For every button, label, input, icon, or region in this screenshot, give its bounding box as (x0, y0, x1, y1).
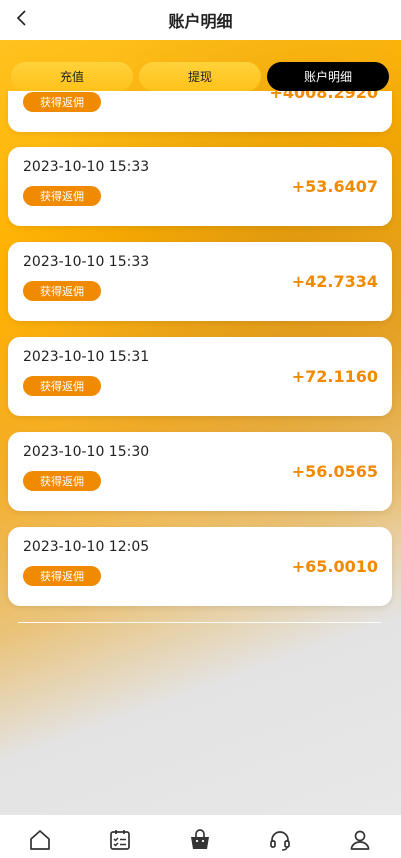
records-list[interactable]: 获得返佣 +4008.2920 2023-10-10 15:33 获得返佣 +5… (0, 91, 401, 621)
record-card[interactable]: 2023-10-10 15:33 获得返佣 +53.6407 (8, 147, 392, 226)
nav-profile[interactable] (347, 827, 373, 853)
record-date: 2023-10-10 12:05 (23, 539, 150, 555)
nav-support[interactable] (267, 827, 293, 853)
record-date: 2023-10-10 15:33 (23, 159, 150, 175)
record-tag: 获得返佣 (23, 186, 101, 206)
record-date: 2023-10-10 15:30 (23, 444, 150, 460)
tab-recharge[interactable]: 充值 (11, 62, 133, 91)
tab-withdraw[interactable]: 提现 (139, 62, 261, 91)
record-card[interactable]: 获得返佣 +4008.2920 (8, 91, 392, 132)
bottom-nav (0, 814, 401, 858)
record-date: 2023-10-10 15:33 (23, 254, 150, 270)
record-tag: 获得返佣 (23, 471, 101, 491)
record-amount: +42.7334 (291, 272, 378, 291)
record-date: 2023-10-10 15:31 (23, 349, 150, 365)
record-amount: +72.1160 (291, 367, 378, 386)
headset-icon (268, 828, 292, 852)
back-button[interactable] (8, 6, 36, 34)
nav-home[interactable] (27, 827, 53, 853)
record-card[interactable]: 2023-10-10 15:33 获得返佣 +42.7334 (8, 242, 392, 321)
top-bar: 账户明细 (0, 0, 401, 40)
record-amount: +53.6407 (291, 177, 378, 196)
record-card[interactable]: 2023-10-10 12:05 获得返佣 +65.0010 (8, 527, 392, 606)
record-tag: 获得返佣 (23, 92, 101, 112)
record-amount: +65.0010 (291, 557, 378, 576)
record-tag: 获得返佣 (23, 281, 101, 301)
record-card[interactable]: 2023-10-10 15:31 获得返佣 +72.1160 (8, 337, 392, 416)
shopping-bag-icon (188, 828, 212, 852)
list-end-divider (18, 622, 381, 623)
record-amount: +56.0565 (291, 462, 378, 481)
nav-tasks[interactable] (107, 827, 133, 853)
nav-shop[interactable] (187, 827, 213, 853)
home-icon (28, 828, 52, 852)
page-title: 账户明细 (168, 12, 233, 31)
tab-account-details[interactable]: 账户明细 (267, 62, 389, 91)
tab-bar: 充值 提现 账户明细 (0, 54, 401, 94)
record-tag: 获得返佣 (23, 566, 101, 586)
user-icon (348, 828, 372, 852)
record-card[interactable]: 2023-10-10 15:30 获得返佣 +56.0565 (8, 432, 392, 511)
record-tag: 获得返佣 (23, 376, 101, 396)
app-root: 账户明细 充值 提现 账户明细 获得返佣 +4008.2920 2023-10-… (0, 0, 401, 858)
chevron-left-icon (15, 9, 29, 31)
calendar-checklist-icon (108, 828, 132, 852)
